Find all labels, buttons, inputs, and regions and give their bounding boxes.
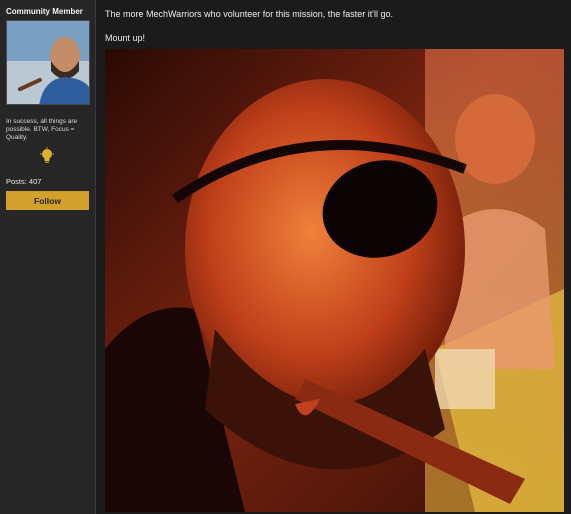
author-role: Community Member bbox=[6, 7, 83, 16]
lightbulb-icon bbox=[39, 147, 55, 165]
follow-button[interactable]: Follow bbox=[6, 191, 89, 210]
avatar[interactable] bbox=[6, 20, 90, 105]
author-signature: In success, all things are possible. BTW… bbox=[6, 118, 78, 141]
avatar-image bbox=[7, 21, 89, 104]
post-count: Posts: 407 bbox=[6, 177, 42, 186]
post-image[interactable] bbox=[105, 49, 564, 512]
author-sidebar: Community Member In success, all things … bbox=[0, 0, 96, 514]
post-paragraph: The more MechWarriors who volunteer for … bbox=[105, 9, 393, 19]
post-paragraph: Mount up! bbox=[105, 33, 146, 43]
